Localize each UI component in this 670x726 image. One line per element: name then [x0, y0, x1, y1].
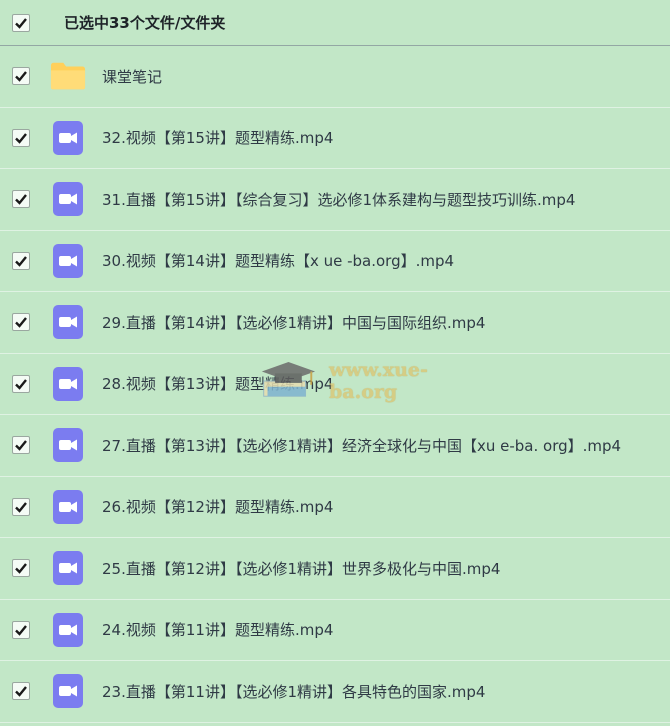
checkmark-icon: [15, 378, 27, 390]
checkmark-icon: [15, 71, 27, 83]
selection-count-text: 已选中33个文件/文件夹: [64, 14, 226, 32]
file-checkbox[interactable]: [12, 436, 30, 455]
file-name[interactable]: 32.视频【第15讲】题型精练.mp4: [102, 127, 333, 148]
file-name[interactable]: 27.直播【第13讲】【选必修1精讲】经济全球化与中国【xu e-ba. org…: [102, 435, 621, 456]
file-row[interactable]: 32.视频【第15讲】题型精练.mp4: [0, 108, 670, 169]
file-row[interactable]: 29.直播【第14讲】【选必修1精讲】中国与国际组织.mp4: [0, 292, 670, 354]
file-row[interactable]: 24.视频【第11讲】题型精练.mp4: [0, 600, 670, 661]
video-file-icon: [50, 120, 86, 156]
file-checkbox[interactable]: [12, 620, 30, 639]
file-checkbox[interactable]: [12, 374, 30, 393]
checkmark-icon: [15, 686, 27, 698]
video-file-icon: [50, 550, 86, 586]
file-row[interactable]: 课堂笔记: [0, 46, 670, 108]
checkmark-icon: [15, 194, 27, 206]
video-file-icon: [50, 243, 86, 279]
file-name[interactable]: 26.视频【第12讲】题型精练.mp4: [102, 496, 333, 517]
file-row[interactable]: 26.视频【第12讲】题型精练.mp4: [0, 477, 670, 538]
checkmark-icon: [15, 440, 27, 452]
checkmark-icon: [15, 501, 27, 513]
file-checkbox[interactable]: [12, 682, 30, 701]
file-row[interactable]: 23.直播【第11讲】【选必修1精讲】各具特色的国家.mp4: [0, 661, 670, 723]
video-file-icon: [50, 304, 86, 340]
file-checkbox[interactable]: [12, 497, 30, 516]
checkmark-icon: [15, 563, 27, 575]
file-row[interactable]: 25.直播【第12讲】【选必修1精讲】世界多极化与中国.mp4: [0, 538, 670, 600]
select-all-checkbox[interactable]: [12, 13, 30, 32]
checkmark-icon: [15, 317, 27, 329]
file-row[interactable]: 28.视频【第13讲】题型精练.mp4: [0, 354, 670, 415]
file-checkbox[interactable]: [12, 251, 30, 270]
video-file-icon: [50, 366, 86, 402]
file-name[interactable]: 25.直播【第12讲】【选必修1精讲】世界多极化与中国.mp4: [102, 558, 500, 579]
file-name[interactable]: 23.直播【第11讲】【选必修1精讲】各具特色的国家.mp4: [102, 681, 485, 702]
video-file-icon: [50, 612, 86, 648]
checkmark-icon: [15, 132, 27, 144]
file-checkbox[interactable]: [12, 559, 30, 578]
checkmark-icon: [15, 17, 27, 29]
file-row[interactable]: 31.直播【第15讲】【综合复习】选必修1体系建构与题型技巧训练.mp4: [0, 169, 670, 231]
file-name[interactable]: 30.视频【第14讲】题型精练【x ue -ba.org】.mp4: [102, 250, 454, 271]
checkmark-icon: [15, 624, 27, 636]
file-checkbox[interactable]: [12, 313, 30, 332]
file-name[interactable]: 24.视频【第11讲】题型精练.mp4: [102, 619, 333, 640]
file-row[interactable]: 30.视频【第14讲】题型精练【x ue -ba.org】.mp4: [0, 231, 670, 292]
file-list: 课堂笔记 32.视频【第15讲】题型精练.mp4 31.直播【第15讲】【综合复习】…: [0, 46, 670, 723]
selection-header: 已选中33个文件/文件夹: [0, 0, 670, 46]
file-checkbox[interactable]: [12, 67, 30, 86]
video-file-icon: [50, 181, 86, 217]
file-name[interactable]: 28.视频【第13讲】题型精练.mp4: [102, 373, 333, 394]
video-file-icon: [50, 673, 86, 709]
folder-icon: [50, 58, 86, 94]
video-file-icon: [50, 427, 86, 463]
video-file-icon: [50, 489, 86, 525]
file-name[interactable]: 课堂笔记: [102, 66, 162, 87]
file-name[interactable]: 29.直播【第14讲】【选必修1精讲】中国与国际组织.mp4: [102, 312, 485, 333]
file-name[interactable]: 31.直播【第15讲】【综合复习】选必修1体系建构与题型技巧训练.mp4: [102, 189, 575, 210]
file-row[interactable]: 27.直播【第13讲】【选必修1精讲】经济全球化与中国【xu e-ba. org…: [0, 415, 670, 477]
checkmark-icon: [15, 255, 27, 267]
file-checkbox[interactable]: [12, 128, 30, 147]
file-checkbox[interactable]: [12, 190, 30, 209]
